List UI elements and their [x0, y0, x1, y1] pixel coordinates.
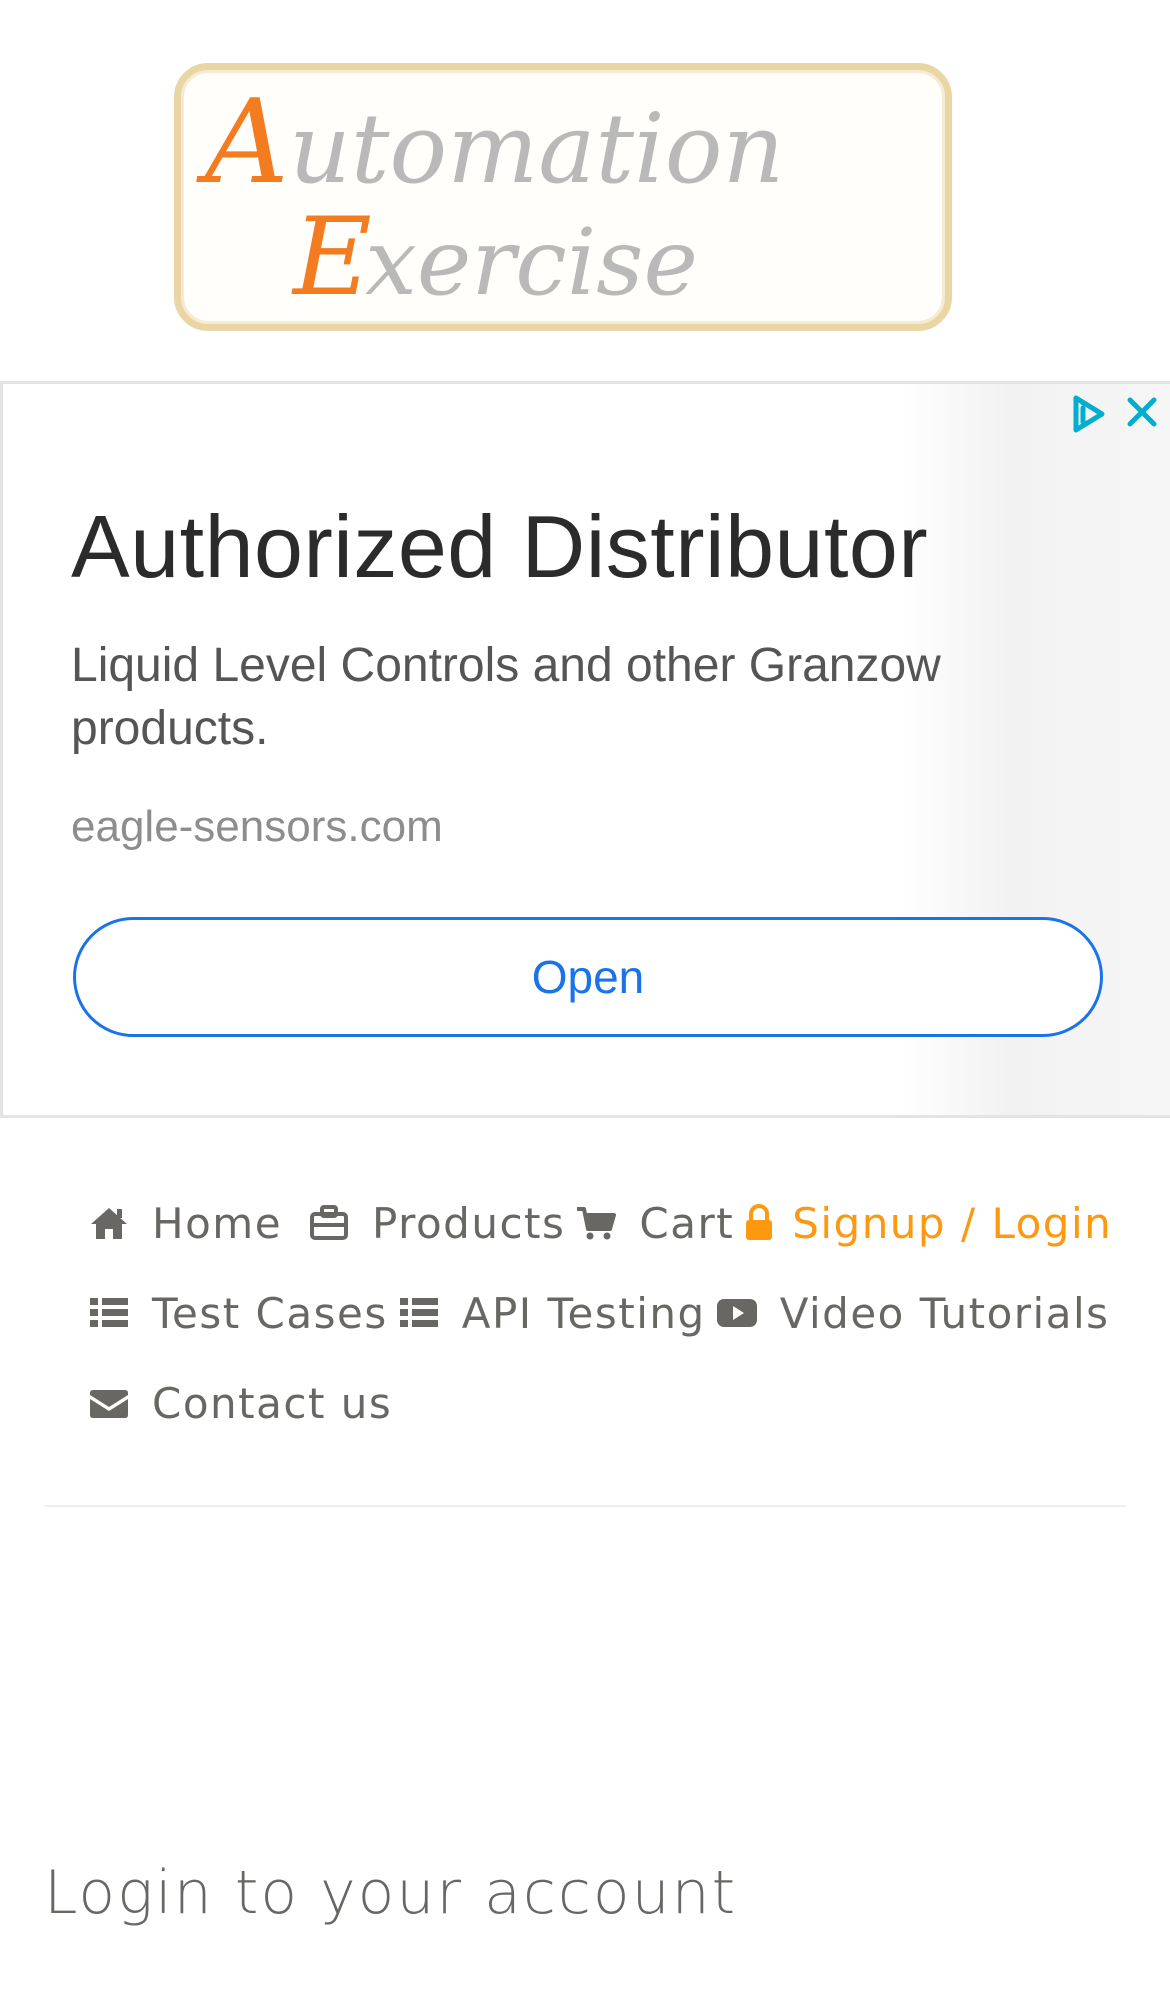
main-nav: Home Products Cart Signup / Login Test C… — [88, 1178, 1128, 1448]
nav-label: Home — [152, 1198, 283, 1248]
list-icon — [88, 1292, 130, 1334]
site-logo[interactable]: A utomation E xercise — [174, 63, 952, 331]
products-icon — [308, 1202, 350, 1244]
nav-label: Video Tutorials — [779, 1288, 1110, 1338]
youtube-play-icon — [716, 1292, 758, 1334]
nav-row: Contact us — [88, 1358, 1128, 1448]
nav-label: Signup / Login — [792, 1198, 1113, 1248]
nav-row: Home Products Cart Signup / Login — [88, 1178, 1128, 1268]
cart-icon — [575, 1202, 617, 1244]
lock-icon — [744, 1202, 774, 1244]
ad-title[interactable]: Authorized Distributor — [71, 496, 1051, 598]
advertisement[interactable]: Authorized Distributor Liquid Level Cont… — [0, 381, 1170, 1118]
nav-item-api-testing[interactable]: API Testing — [398, 1289, 706, 1338]
ad-close-icon[interactable] — [1120, 390, 1164, 434]
nav-item-home[interactable]: Home — [88, 1199, 282, 1248]
ad-domain[interactable]: eagle-sensors.com — [71, 802, 443, 852]
logo-image: A utomation E xercise — [196, 75, 784, 320]
nav-item-contact-us[interactable]: Contact us — [88, 1379, 392, 1428]
login-form-title: Login to your account — [44, 1858, 738, 1928]
nav-label: Test Cases — [152, 1288, 388, 1338]
logo-letter-a: A — [196, 75, 289, 210]
nav-item-video-tutorials[interactable]: Video Tutorials — [716, 1289, 1110, 1338]
ad-open-button[interactable]: Open — [73, 917, 1103, 1037]
nav-label: Contact us — [152, 1378, 393, 1428]
envelope-icon — [88, 1382, 130, 1424]
nav-label: Cart — [639, 1198, 735, 1248]
adchoices-icon[interactable] — [1066, 392, 1110, 436]
ad-description[interactable]: Liquid Level Controls and other Granzow … — [71, 634, 1031, 760]
nav-item-products[interactable]: Products — [308, 1199, 565, 1248]
home-icon — [88, 1202, 130, 1244]
logo-line1-rest: utomation — [289, 93, 784, 205]
nav-item-signup-login[interactable]: Signup / Login — [744, 1199, 1112, 1248]
nav-item-test-cases[interactable]: Test Cases — [88, 1289, 388, 1338]
nav-row: Test Cases API Testing Video Tutorials — [88, 1268, 1128, 1358]
logo-letter-e: E — [291, 195, 372, 320]
header-divider — [44, 1505, 1126, 1507]
nav-label: API Testing — [461, 1288, 706, 1338]
list-icon — [398, 1292, 440, 1334]
nav-item-cart[interactable]: Cart — [575, 1199, 734, 1248]
nav-label: Products — [372, 1198, 566, 1248]
logo-line2-rest: xercise — [365, 209, 698, 316]
